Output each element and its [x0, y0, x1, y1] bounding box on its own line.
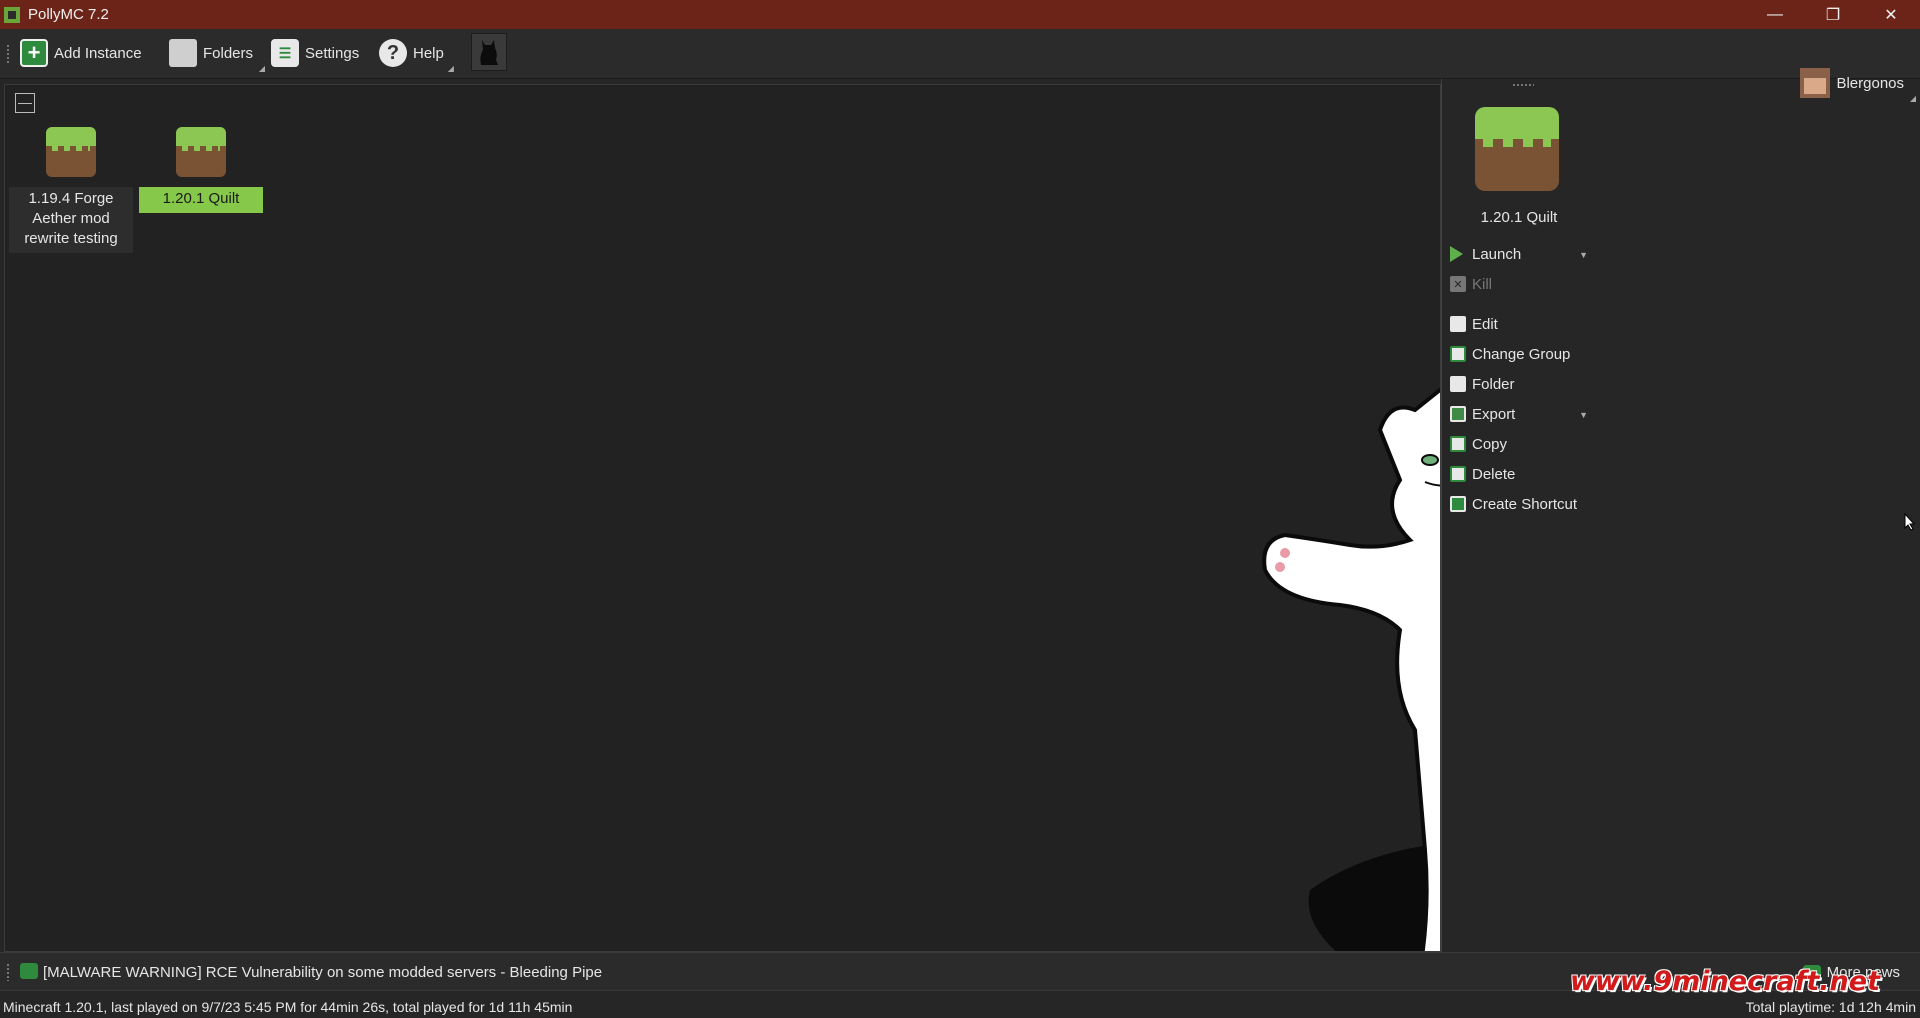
edit-icon [1450, 316, 1466, 332]
create-shortcut-button[interactable]: Create Shortcut [1450, 492, 1594, 516]
play-icon [1450, 246, 1463, 262]
shortcut-icon [1450, 496, 1466, 512]
export-button[interactable]: Export ▼ [1450, 402, 1594, 426]
instance-status-text: Minecraft 1.20.1, last played on 9/7/23 … [3, 999, 573, 1015]
app-logo-icon [4, 6, 20, 23]
window-controls: — ❐ ✕ [1746, 0, 1920, 29]
news-headline[interactable]: [MALWARE WARNING] RCE Vulnerability on s… [43, 964, 602, 981]
instance-panel-inner: 1.20.1 Quilt Launch ▼ ✕ Kill Edit Change… [1441, 79, 1595, 952]
help-icon: ? [379, 39, 407, 67]
trash-icon [1450, 466, 1466, 482]
add-instance-label: Add Instance [54, 44, 142, 62]
settings-button[interactable]: ☰ Settings [271, 35, 359, 71]
window-title: PollyMC 7.2 [28, 6, 109, 23]
help-label: Help [413, 44, 444, 62]
settings-label: Settings [305, 44, 360, 62]
instance-item-selected[interactable]: 1.20.1 Quilt [139, 127, 263, 213]
folders-label: Folders [203, 44, 254, 62]
minimize-button[interactable]: — [1746, 0, 1804, 29]
instance-label: 1.20.1 Quilt [139, 187, 263, 213]
folder-icon [1450, 376, 1466, 392]
total-playtime-text: Total playtime: 1d 12h 4min [1745, 999, 1916, 1015]
selected-instance-icon[interactable] [1475, 107, 1559, 191]
help-dropdown-icon: ◢ [447, 64, 454, 73]
group-collapse-icon[interactable] [15, 93, 35, 113]
export-label: Export [1472, 405, 1516, 423]
grass-block-icon [176, 127, 226, 177]
change-group-icon [1450, 346, 1466, 362]
grass-block-icon [46, 127, 96, 177]
edit-button[interactable]: Edit [1450, 312, 1594, 336]
export-dropdown-icon[interactable]: ▼ [1579, 410, 1588, 420]
folders-dropdown-icon: ◢ [258, 64, 266, 73]
folders-button[interactable]: Folders ◢ [169, 35, 265, 73]
kill-label: Kill [1472, 275, 1493, 293]
delete-label: Delete [1472, 465, 1516, 483]
main-toolbar: + Add Instance Folders ◢ ☰ Settings ? He… [0, 29, 1920, 103]
cat-icon [480, 40, 498, 65]
launch-dropdown-icon[interactable]: ▼ [1579, 250, 1588, 260]
copy-button[interactable]: Copy [1450, 432, 1594, 456]
news-grip-icon[interactable] [6, 963, 10, 981]
launch-button[interactable]: Launch ▼ [1450, 242, 1594, 266]
change-group-button[interactable]: Change Group [1450, 342, 1594, 366]
delete-button[interactable]: Delete [1450, 462, 1594, 486]
news-icon [20, 963, 38, 979]
folder-icon [169, 39, 197, 67]
title-bar: PollyMC 7.2 — ❐ ✕ [0, 0, 1920, 29]
mouse-cursor-icon [1904, 513, 1916, 531]
panel-grip-icon[interactable] [1512, 83, 1534, 87]
edit-label: Edit [1472, 315, 1498, 333]
restore-button[interactable]: ❐ [1804, 0, 1862, 29]
add-icon: + [20, 39, 48, 67]
folder-label: Folder [1472, 375, 1515, 393]
selected-instance-name[interactable]: 1.20.1 Quilt [1442, 209, 1596, 226]
cat-button[interactable] [471, 33, 507, 71]
export-icon [1450, 406, 1466, 422]
kill-button[interactable]: ✕ Kill [1450, 272, 1594, 296]
help-button[interactable]: ? Help ◢ [379, 35, 454, 73]
instance-label: 1.19.4 Forge Aether mod rewrite testing [9, 187, 133, 253]
instance-view[interactable]: 1.19.4 Forge Aether mod rewrite testing … [4, 84, 1441, 952]
change-group-label: Change Group [1472, 345, 1571, 363]
add-instance-button[interactable]: + Add Instance [20, 35, 142, 71]
instance-side-panel: 1.20.1 Quilt Launch ▼ ✕ Kill Edit Change… [1441, 79, 1920, 952]
cat-background-image [1262, 387, 1440, 951]
launch-label: Launch [1472, 245, 1522, 263]
instance-item[interactable]: 1.19.4 Forge Aether mod rewrite testing [9, 127, 133, 253]
kill-icon: ✕ [1450, 276, 1466, 292]
settings-icon: ☰ [271, 39, 299, 67]
create-shortcut-label: Create Shortcut [1472, 495, 1578, 513]
close-button[interactable]: ✕ [1862, 0, 1920, 29]
toolbar-grip-icon[interactable] [6, 44, 10, 64]
watermark: www.9minecraft.net [1570, 966, 1880, 997]
copy-label: Copy [1472, 435, 1508, 453]
folder-button[interactable]: Folder [1450, 372, 1594, 396]
copy-icon [1450, 436, 1466, 452]
